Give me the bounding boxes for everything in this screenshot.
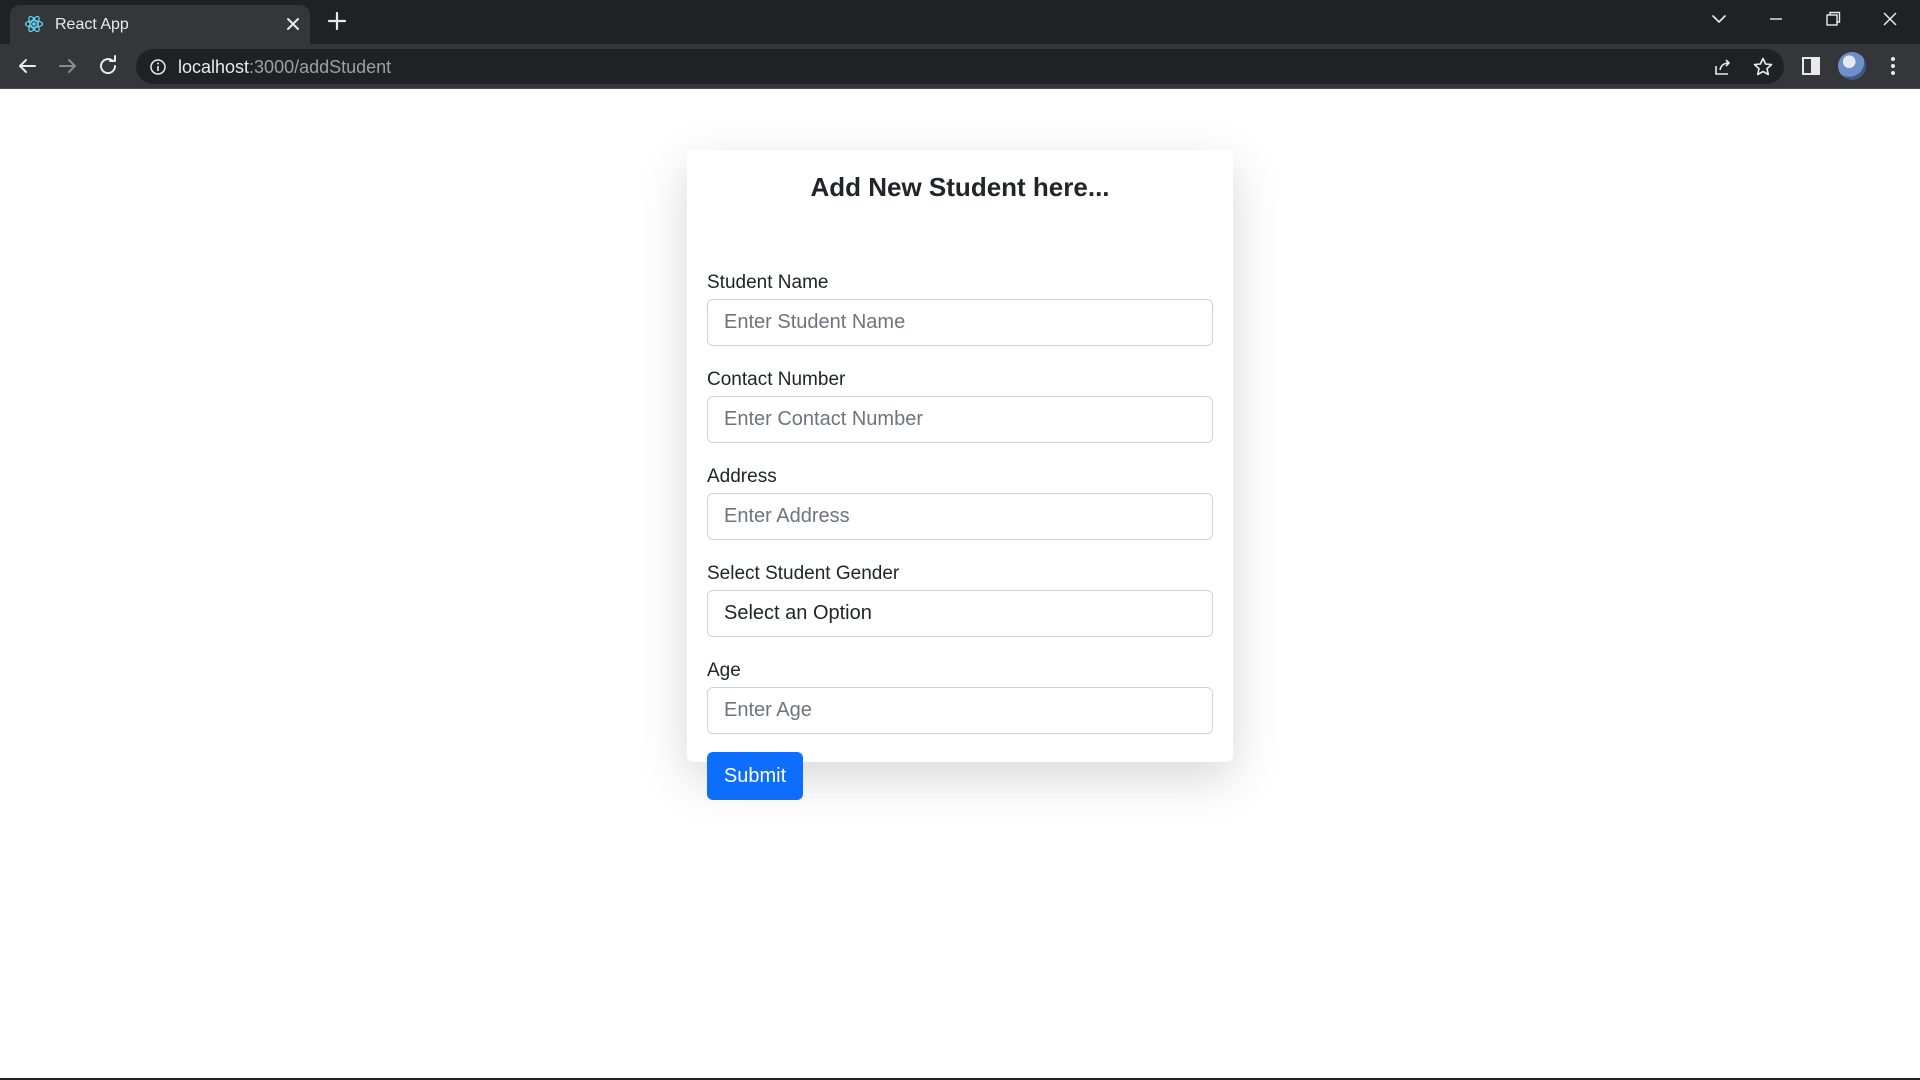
browser-tab[interactable]: React App bbox=[10, 5, 310, 44]
page-viewport: Add New Student here... Student Name Con… bbox=[0, 90, 1920, 1078]
new-tab-icon[interactable] bbox=[326, 10, 348, 32]
close-tab-icon[interactable] bbox=[284, 15, 302, 33]
student-name-label: Student Name bbox=[707, 272, 829, 293]
side-panel-icon[interactable] bbox=[1799, 54, 1823, 78]
address-label: Address bbox=[707, 466, 777, 487]
url-path: :3000/addStudent bbox=[249, 57, 392, 77]
restore-icon[interactable] bbox=[1822, 8, 1844, 30]
back-icon[interactable] bbox=[15, 54, 39, 78]
gender-label: Select Student Gender bbox=[707, 563, 900, 584]
share-icon[interactable] bbox=[1712, 56, 1734, 78]
url-text[interactable]: localhost:3000/addStudent bbox=[178, 57, 391, 78]
more-menu-icon[interactable] bbox=[1881, 54, 1905, 78]
add-student-form-card: Add New Student here... Student Name Con… bbox=[687, 150, 1233, 800]
react-logo-icon bbox=[24, 15, 44, 33]
age-label: Age bbox=[707, 660, 741, 681]
browser-tab-strip: React App bbox=[0, 0, 1920, 44]
reload-icon[interactable] bbox=[96, 54, 120, 78]
forward-icon[interactable] bbox=[56, 54, 80, 78]
form-title: Add New Student here... bbox=[810, 172, 1110, 202]
gender-select[interactable]: Select an Option bbox=[707, 590, 1213, 637]
tab-title: React App bbox=[55, 16, 129, 33]
submit-button[interactable]: Submit bbox=[707, 752, 803, 800]
url-host: localhost bbox=[178, 57, 250, 77]
age-input[interactable] bbox=[707, 687, 1213, 734]
address-input[interactable] bbox=[707, 493, 1213, 540]
bookmark-star-icon[interactable] bbox=[1752, 56, 1774, 78]
browser-toolbar: localhost:3000/addStudent bbox=[0, 44, 1920, 89]
close-window-icon[interactable] bbox=[1879, 8, 1901, 30]
minimize-icon[interactable] bbox=[1765, 8, 1787, 30]
student-name-input[interactable] bbox=[707, 299, 1213, 346]
site-info-icon[interactable] bbox=[149, 58, 167, 76]
contact-number-label: Contact Number bbox=[707, 369, 846, 390]
address-bar[interactable]: localhost:3000/addStudent bbox=[136, 49, 1784, 84]
contact-number-input[interactable] bbox=[707, 396, 1213, 443]
gender-select-value: Select an Option bbox=[724, 602, 872, 624]
tab-search-icon[interactable] bbox=[1708, 8, 1730, 30]
profile-avatar[interactable] bbox=[1838, 52, 1866, 80]
